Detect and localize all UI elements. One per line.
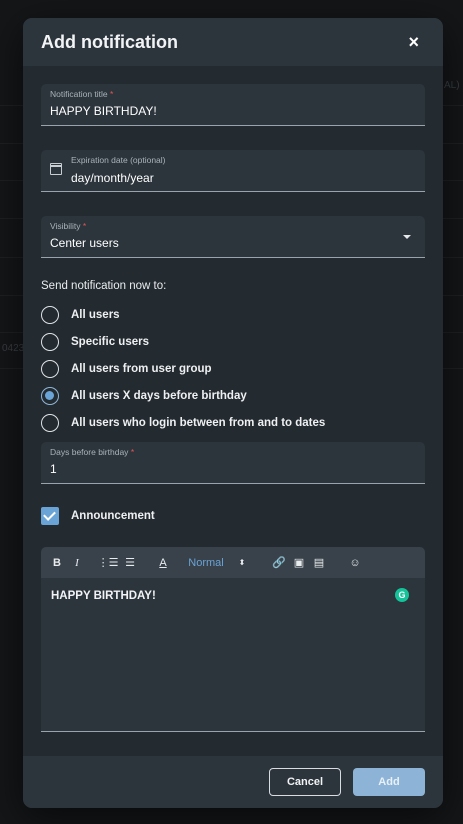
grammarly-icon[interactable]: G bbox=[395, 588, 409, 602]
editor-toolbar: B I ⋮☰ ☰ A Normal ⬍ 🔗 ▣ ▤ ☺ bbox=[41, 547, 425, 578]
radio-button[interactable] bbox=[41, 413, 59, 432]
radio-option-user-group[interactable]: All users from user group bbox=[41, 355, 425, 382]
font-size-select[interactable]: Normal bbox=[176, 557, 236, 569]
background-fragment: AL) bbox=[444, 80, 460, 91]
video-icon[interactable]: ▤ bbox=[310, 556, 328, 569]
radio-label: All users from user group bbox=[71, 362, 212, 375]
field-label-text: Notification title bbox=[50, 89, 108, 99]
radio-option-login-between-dates[interactable]: All users who login between from and to … bbox=[41, 409, 425, 436]
add-button[interactable]: Add bbox=[353, 768, 425, 796]
notification-title-field[interactable]: Notification title * HAPPY BIRTHDAY! bbox=[41, 84, 425, 126]
emoji-icon[interactable]: ☺ bbox=[346, 557, 364, 569]
ordered-list-icon[interactable]: ⋮☰ bbox=[98, 556, 119, 569]
announcement-checkbox[interactable] bbox=[41, 507, 59, 525]
dialog-header: Add notification × bbox=[23, 18, 443, 66]
field-label-text: Days before birthday bbox=[50, 447, 129, 457]
text-color-icon[interactable]: A bbox=[156, 557, 170, 569]
radio-option-all-users[interactable]: All users bbox=[41, 301, 425, 328]
visibility-select[interactable]: Visibility * Center users bbox=[41, 216, 425, 258]
required-marker: * bbox=[82, 221, 87, 231]
image-icon[interactable]: ▣ bbox=[290, 556, 308, 569]
recipient-radio-group: All users Specific users All users from … bbox=[41, 301, 425, 436]
visibility-selected-value: Center users bbox=[50, 236, 119, 250]
radio-option-specific-users[interactable]: Specific users bbox=[41, 328, 425, 355]
required-marker: * bbox=[110, 89, 114, 99]
radio-button[interactable] bbox=[41, 332, 59, 351]
bold-button[interactable]: B bbox=[49, 557, 65, 569]
days-before-birthday-label: Days before birthday * bbox=[50, 447, 134, 457]
chevron-down-icon[interactable] bbox=[403, 235, 411, 239]
radio-label: All users X days before birthday bbox=[71, 389, 247, 402]
dialog-body: Notification title * HAPPY BIRTHDAY! Exp… bbox=[23, 66, 443, 732]
notification-title-input[interactable]: HAPPY BIRTHDAY! bbox=[50, 104, 157, 118]
expiration-date-field[interactable]: Expiration date (optional) day/month/yea… bbox=[41, 150, 425, 192]
radio-button[interactable] bbox=[41, 359, 59, 378]
cancel-button[interactable]: Cancel bbox=[269, 768, 341, 796]
message-editor: B I ⋮☰ ☰ A Normal ⬍ 🔗 ▣ ▤ ☺ HAPPY BIRTHD… bbox=[41, 547, 425, 732]
dialog-title: Add notification bbox=[41, 31, 178, 52]
visibility-label: Visibility * bbox=[50, 221, 86, 231]
link-icon[interactable]: 🔗 bbox=[270, 556, 288, 569]
select-arrows-icon[interactable]: ⬍ bbox=[236, 558, 248, 567]
field-label-text: Visibility bbox=[50, 221, 81, 231]
radio-label: Specific users bbox=[71, 335, 149, 348]
calendar-icon[interactable] bbox=[50, 163, 62, 175]
notification-title-label: Notification title * bbox=[50, 89, 113, 99]
expiration-date-label: Expiration date (optional) bbox=[71, 155, 166, 165]
radio-button-selected[interactable] bbox=[41, 386, 59, 405]
radio-option-before-birthday[interactable]: All users X days before birthday bbox=[41, 382, 425, 409]
background-fragment: 0423 bbox=[2, 343, 25, 354]
bullet-list-icon[interactable]: ☰ bbox=[120, 556, 140, 569]
radio-button[interactable] bbox=[41, 305, 59, 324]
send-notification-label: Send notification now to: bbox=[41, 280, 167, 292]
editor-content[interactable]: HAPPY BIRTHDAY! bbox=[51, 590, 415, 602]
close-icon[interactable]: × bbox=[408, 33, 419, 51]
expiration-date-input[interactable]: day/month/year bbox=[71, 171, 154, 185]
days-before-birthday-input[interactable]: 1 bbox=[50, 462, 57, 476]
add-notification-dialog: Add notification × Notification title * … bbox=[23, 18, 443, 808]
days-before-birthday-field[interactable]: Days before birthday * 1 bbox=[41, 442, 425, 484]
italic-button[interactable]: I bbox=[68, 557, 86, 569]
required-marker: * bbox=[130, 447, 135, 457]
announcement-label: Announcement bbox=[71, 510, 155, 522]
editor-content-area[interactable]: HAPPY BIRTHDAY! G bbox=[41, 578, 425, 731]
radio-label: All users who login between from and to … bbox=[71, 416, 326, 429]
announcement-option[interactable]: Announcement bbox=[41, 506, 425, 526]
dialog-footer: Cancel Add bbox=[23, 756, 443, 808]
radio-label: All users bbox=[71, 308, 120, 321]
